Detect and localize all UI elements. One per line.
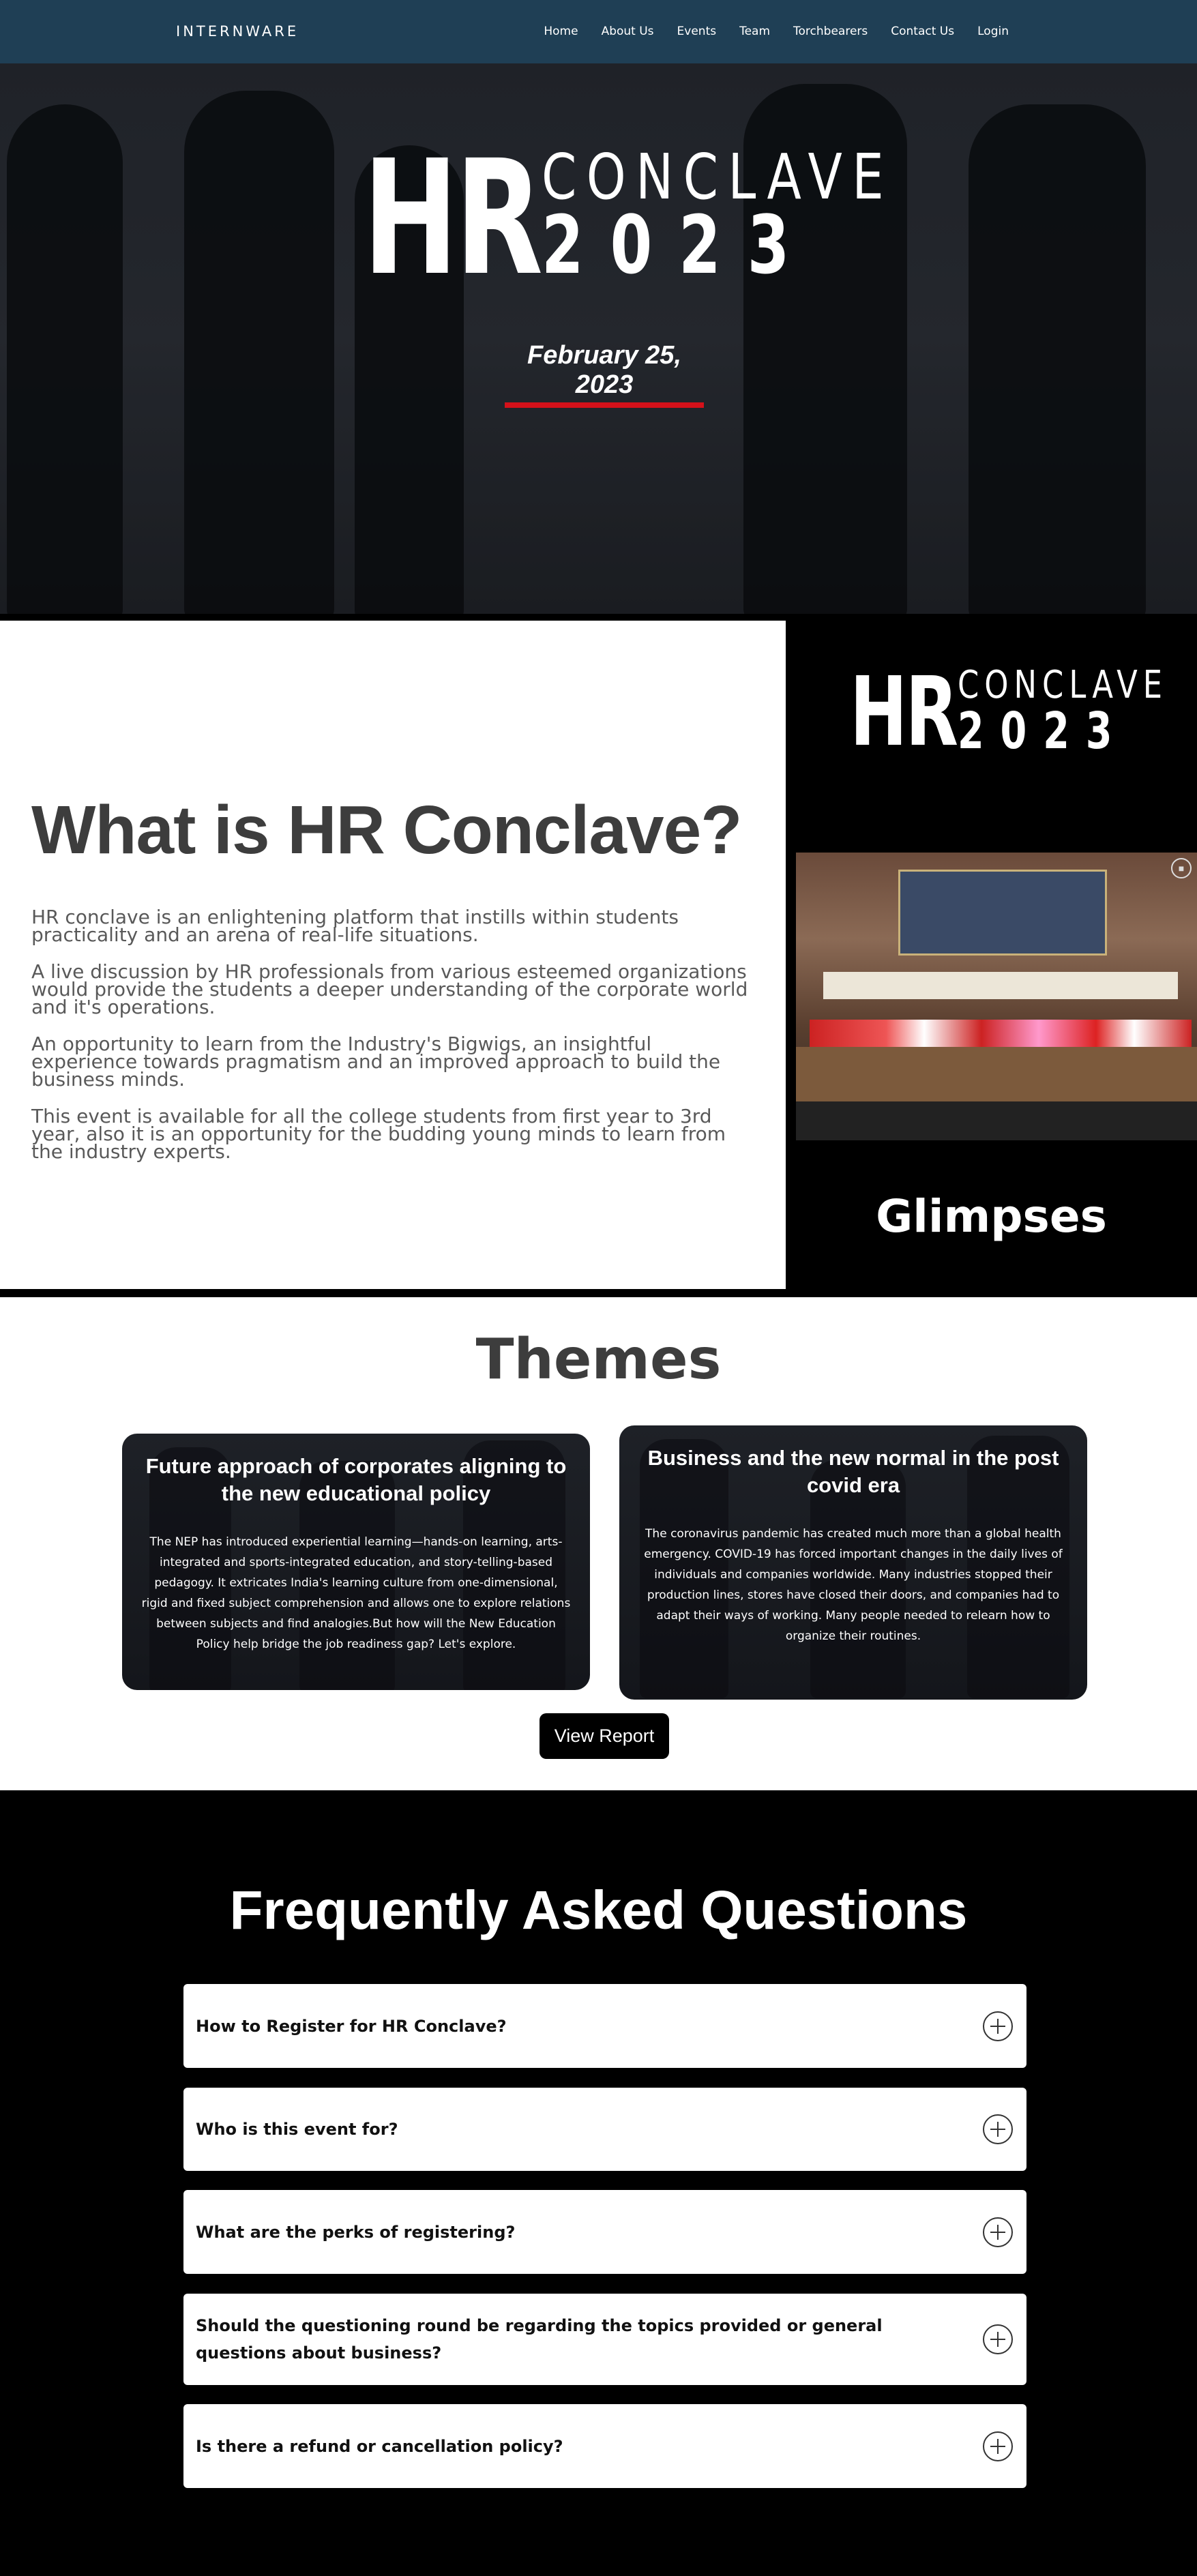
audience (796, 1101, 1197, 1140)
theme-card-body: The NEP has introduced experiential lear… (141, 1535, 571, 1651)
hr-conclave-logo: HR CONCLAVE 2023 (363, 126, 884, 310)
expand-plus-icon[interactable] (983, 2431, 1013, 2461)
faq-question: Is there a refund or cancellation policy… (196, 2436, 563, 2456)
theme-card-title: Business and the new normal in the post … (647, 1446, 1059, 1497)
about-section: What is HR Conclave? HR conclave is an e… (0, 621, 786, 1289)
top-navbar: INTERNWARE Home About Us Events Team Tor… (0, 0, 1197, 64)
hr-conclave-logo-small: HR CONCLAVE 2023 (850, 657, 1162, 768)
logo-hr-text: HR (363, 126, 543, 310)
faq-question: Should the questioning round be regardin… (196, 2316, 883, 2363)
glimpses-photo[interactable]: ■ (796, 853, 1197, 1140)
logo-hr-text: HR (850, 657, 958, 768)
faq-item[interactable]: Is there a refund or cancellation policy… (183, 2404, 1026, 2488)
logo-year-text: 2023 (958, 702, 1129, 760)
theme-card[interactable]: Future approach of corporates aligning t… (122, 1434, 590, 1690)
nav-link-team[interactable]: Team (739, 25, 770, 38)
nav-link-about-us[interactable]: About Us (602, 25, 654, 38)
faq-item[interactable]: Who is this event for? (183, 2088, 1026, 2171)
about-paragraph: This event is available for all the coll… (31, 1105, 726, 1163)
brand-logo[interactable]: INTERNWARE (176, 23, 299, 40)
stage-flowers (810, 1020, 1192, 1047)
expand-plus-icon[interactable] (983, 2114, 1013, 2144)
expand-plus-icon[interactable] (983, 2011, 1013, 2041)
theme-card[interactable]: Business and the new normal in the post … (619, 1425, 1087, 1700)
expand-plus-icon[interactable] (983, 2324, 1013, 2354)
about-title: What is HR Conclave? (31, 792, 742, 868)
nav-link-events[interactable]: Events (677, 25, 717, 38)
nav-link-home[interactable]: Home (544, 25, 578, 38)
logo-year-text: 2023 (542, 198, 816, 292)
faq-question: What are the perks of registering? (196, 2222, 516, 2242)
nav-link-contact-us[interactable]: Contact Us (891, 25, 954, 38)
section-divider (0, 1289, 786, 1297)
about-paragraph: HR conclave is an enlightening platform … (31, 906, 679, 946)
faq-title: Frequently Asked Questions (229, 1880, 968, 1940)
faq-question: Who is this event for? (196, 2120, 398, 2139)
nav-link-torchbearers[interactable]: Torchbearers (793, 25, 868, 38)
event-date: February 25, 2023 (505, 341, 704, 408)
slideshow-control-icon[interactable]: ■ (1171, 858, 1192, 878)
about-paragraph: An opportunity to learn from the Industr… (31, 1033, 721, 1091)
theme-card-body: The coronavirus pandemic has created muc… (644, 1527, 1063, 1643)
faq-question: How to Register for HR Conclave? (196, 2016, 507, 2036)
themes-title: Themes (475, 1327, 722, 1392)
logo-conclave-text: CONCLAVE (958, 663, 1168, 707)
glimpses-title: Glimpses (876, 1190, 1107, 1243)
nav-links: Home About Us Events Team Torchbearers C… (520, 25, 1009, 38)
faq-item[interactable]: How to Register for HR Conclave? (183, 1984, 1026, 2068)
faq-item[interactable]: What are the perks of registering? (183, 2190, 1026, 2274)
stage-front (796, 1047, 1197, 1101)
theme-card-title: Future approach of corporates aligning t… (145, 1454, 567, 1505)
nav-link-login[interactable]: Login (977, 25, 1009, 38)
about-paragraphs: HR conclave is an enlightening platform … (31, 908, 754, 1180)
faq-item[interactable]: Should the questioning round be regardin… (183, 2294, 1026, 2385)
view-report-button[interactable]: View Report (540, 1713, 669, 1759)
stage-screen (898, 870, 1107, 956)
panel-table (823, 972, 1178, 999)
about-paragraph: A live discussion by HR professionals fr… (31, 960, 748, 1018)
expand-plus-icon[interactable] (983, 2217, 1013, 2247)
